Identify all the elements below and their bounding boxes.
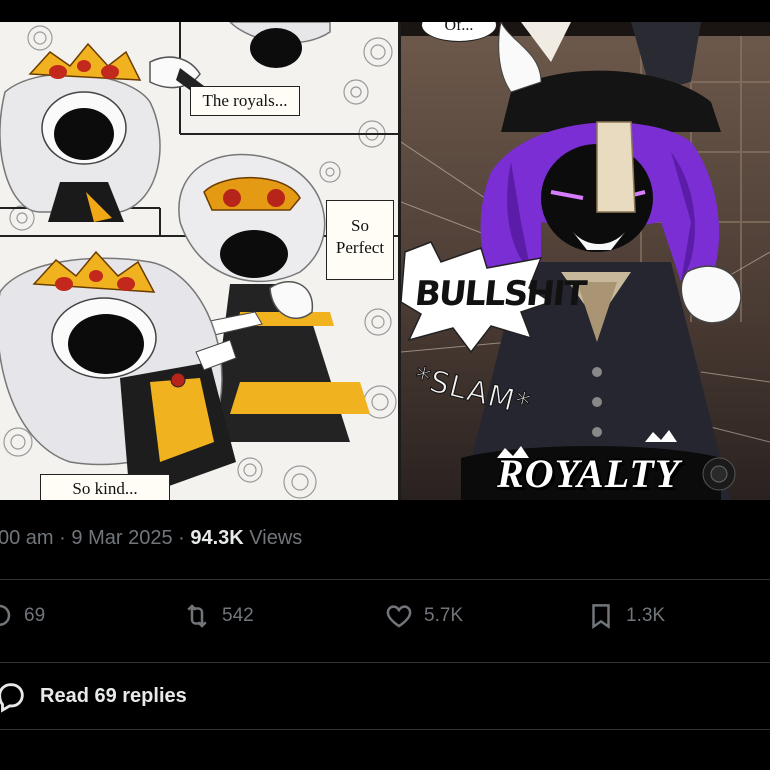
read-replies-button[interactable]: Read 69 replies [0, 676, 187, 716]
reply-count: 69 [24, 605, 46, 626]
like-count: 5.7K [424, 605, 464, 626]
read-replies-label: Read 69 replies [40, 684, 187, 707]
comic-panel-left[interactable]: The royals... So Perfect So kind... [0, 22, 398, 500]
bookmark-button[interactable]: 1.3K [586, 600, 665, 632]
views-label: Views [249, 527, 303, 549]
meta-separator: · [178, 527, 185, 549]
bookmark-count: 1.3K [626, 605, 666, 626]
heart-icon [386, 605, 412, 628]
retweet-count: 542 [222, 605, 254, 626]
tweet-date[interactable]: 9 Mar 2025 [71, 527, 172, 549]
reply-icon [0, 604, 11, 626]
views-count: 94.3K [190, 527, 244, 549]
caption-so-kind: So kind... [40, 474, 170, 500]
divider-bottom [0, 729, 770, 730]
meta-separator: · [59, 527, 66, 549]
tweet-time[interactable]: 00 am [0, 527, 54, 549]
tweet-meta: 00 am · 9 Mar 2025 · 94.3K Views [0, 527, 302, 550]
caption-so-perfect: So Perfect [326, 200, 394, 280]
comic-panel-right[interactable]: Of... BULLSHIT *SLAM* ROYALTY [401, 22, 770, 500]
comic-art-right [401, 22, 770, 500]
royalty-title: ROYALTY [497, 451, 681, 496]
bookmark-icon [592, 604, 610, 630]
retweet-button[interactable]: 542 [182, 600, 254, 632]
retweet-icon [187, 604, 207, 628]
tweet-actions: 69 542 5.7K 1.3K [0, 580, 770, 662]
caption-the-royals: The royals... [190, 86, 300, 116]
reply-icon [0, 683, 24, 713]
like-button[interactable]: 5.7K [384, 600, 463, 632]
tweet-media[interactable]: The royals... So Perfect So kind... Of..… [0, 22, 770, 500]
sfx-bullshit: BULLSHIT [412, 274, 587, 314]
divider-middle [0, 662, 770, 663]
reply-button[interactable]: 69 [0, 600, 45, 632]
